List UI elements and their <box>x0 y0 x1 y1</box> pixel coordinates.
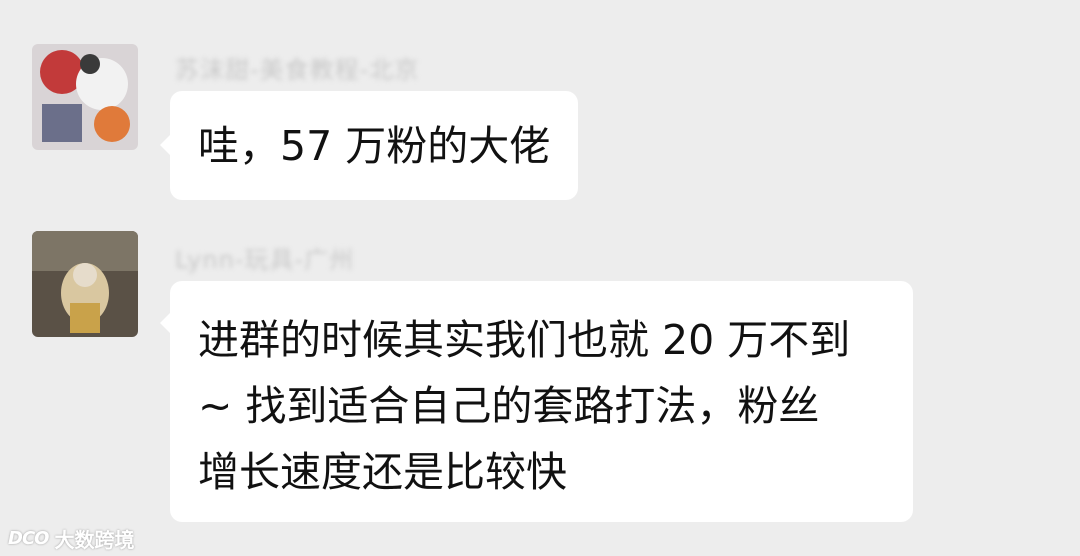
message-text: 进群的时候其实我们也就 20 万不到 ~ 找到适合自己的套路打法，粉丝 增长速度… <box>198 307 887 505</box>
message-line: ~ 找到适合自己的套路打法，粉丝 <box>198 382 820 430</box>
message-line: 哇，57 万粉的大佬 <box>198 121 551 170</box>
watermark-text: 大数跨境 <box>54 528 135 552</box>
bubble-tail <box>160 313 170 333</box>
user-avatar-icon <box>32 231 138 337</box>
watermark: DCO 大数跨境 <box>8 524 134 553</box>
message-line: 进群的时候其实我们也就 20 万不到 <box>198 316 851 364</box>
message-line: 增长速度还是比较快 <box>198 448 567 496</box>
message-bubble[interactable]: 哇，57 万粉的大佬 <box>160 91 579 200</box>
sender-name: 苏沫甜-美食教程-北京 <box>175 56 420 84</box>
user-avatar-icon <box>32 44 138 150</box>
bubble-tail <box>160 135 170 155</box>
watermark-logo: DCO <box>8 528 49 549</box>
sender-avatar[interactable] <box>32 44 138 150</box>
sender-name: Lynn-玩具-广州 <box>175 246 355 274</box>
sender-avatar[interactable] <box>32 231 138 337</box>
message-text: 哇，57 万粉的大佬 <box>198 113 550 179</box>
message-bubble[interactable]: 进群的时候其实我们也就 20 万不到 ~ 找到适合自己的套路打法，粉丝 增长速度… <box>160 281 913 522</box>
